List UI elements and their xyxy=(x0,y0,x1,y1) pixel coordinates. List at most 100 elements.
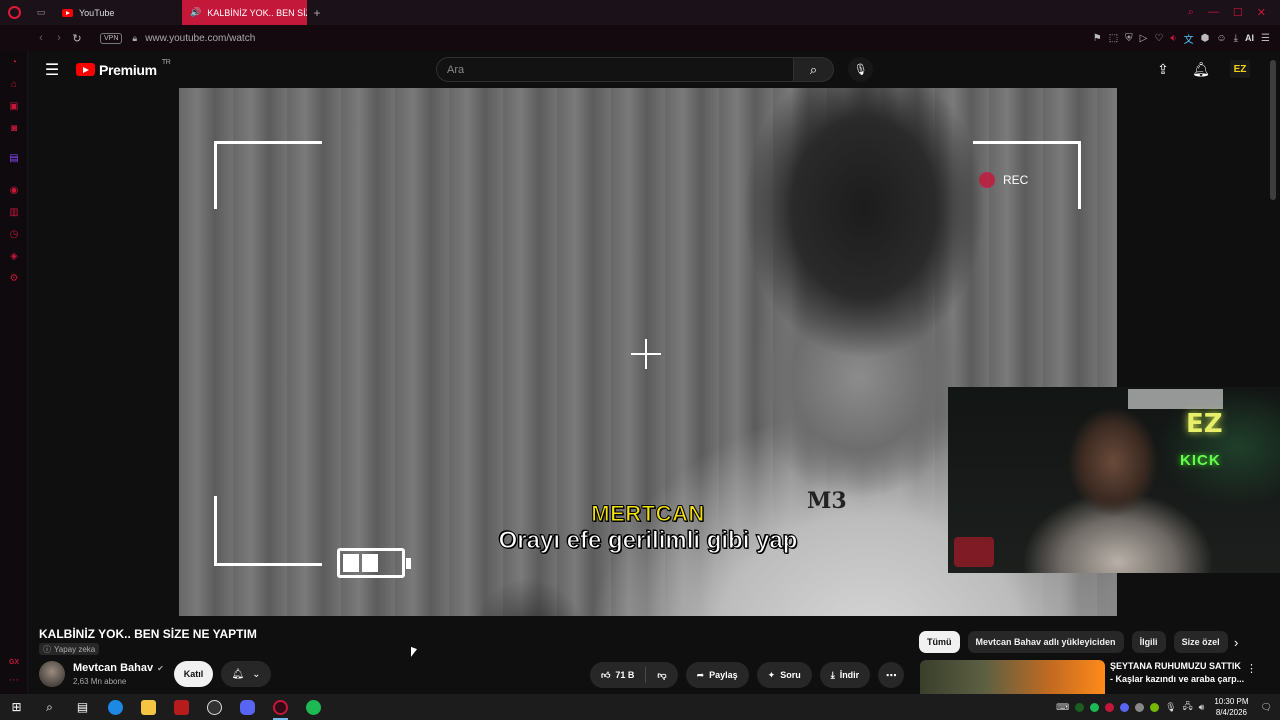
tab-switcher-icon[interactable]: ▭ xyxy=(28,0,54,25)
sidebar-player-icon[interactable]: ◉ xyxy=(0,179,28,201)
shield-icon[interactable]: ⛨ xyxy=(1125,33,1133,44)
bookmark-icon[interactable]: ⚑ xyxy=(1093,33,1102,44)
youtube-logo[interactable]: Premium TR xyxy=(76,59,171,78)
tray-spotify-icon[interactable] xyxy=(1090,702,1100,712)
recommendation-title-line2[interactable]: - Kaşlar kazındı ve araba çarp... xyxy=(1110,674,1244,684)
volume-icon[interactable]: 🔊︎ xyxy=(1199,702,1205,713)
heart-icon[interactable]: ♡ xyxy=(1154,33,1163,44)
recommendation-thumbnail[interactable] xyxy=(920,660,1105,694)
close-window-button[interactable]: ✕ xyxy=(1257,6,1266,19)
url-field[interactable]: www.youtube.com/watch xyxy=(145,33,255,44)
ai-button[interactable]: AI xyxy=(1245,33,1254,43)
channel-name[interactable]: Mevtcan Bahav xyxy=(73,662,153,674)
snapshot-icon[interactable]: ⬚ xyxy=(1109,33,1118,44)
sidebar-wallet-icon[interactable]: ▥ xyxy=(0,201,28,223)
opera-menu-icon[interactable] xyxy=(0,0,28,25)
clock-date: 8/4/2026 xyxy=(1215,708,1247,717)
forward-button[interactable]: › xyxy=(50,32,68,44)
new-tab-button[interactable]: + xyxy=(307,6,327,20)
edge-icon[interactable] xyxy=(99,694,132,720)
microphone-tray-icon[interactable]: 🎙︎ xyxy=(1165,702,1176,713)
subscription-bell-button[interactable]: 🔔︎ ⌄ xyxy=(221,661,271,687)
obs-icon[interactable] xyxy=(198,694,231,720)
tab-label: YouTube xyxy=(79,7,115,18)
account-avatar[interactable]: EZ xyxy=(1230,60,1250,78)
tray-app-icon[interactable] xyxy=(1075,702,1085,712)
sidebar-more-icon[interactable]: ⋯ xyxy=(0,669,28,691)
tab-active-video[interactable]: 🔊 KALBİNİZ YOK.. BEN SİZ xyxy=(182,0,307,25)
sidebar-extensions-icon[interactable]: ◈ xyxy=(0,245,28,267)
video-actions: 👍︎ 71 B 👎︎ ➦ Paylaş ✦ Soru ⤓ İndir ⋯ xyxy=(590,662,905,688)
sidebar-settings-icon[interactable]: ⚙ xyxy=(0,267,28,289)
sidebar-history-icon[interactable]: ◷ xyxy=(0,223,28,245)
dislike-button[interactable]: 👎︎ xyxy=(646,662,677,688)
player-icon[interactable]: ▷ xyxy=(1140,33,1148,44)
chip-for-you[interactable]: Size özel xyxy=(1173,631,1228,653)
tray-discord-icon[interactable] xyxy=(1120,702,1130,712)
crosshair-icon xyxy=(631,339,661,369)
recommendation-title[interactable]: ŞEYTANA RUHUMUZU SATTIK xyxy=(1110,661,1241,671)
upload-icon[interactable]: ⇪ xyxy=(1154,61,1172,78)
chevron-down-icon: ⌄ xyxy=(252,668,261,680)
tray-nvidia-icon[interactable] xyxy=(1150,702,1160,712)
discord-icon[interactable] xyxy=(231,694,264,720)
system-clock[interactable]: 10:30 PM 8/4/2026 xyxy=(1214,696,1248,718)
back-button[interactable]: ‹ xyxy=(32,32,50,44)
spotify-icon[interactable] xyxy=(297,694,330,720)
ask-button[interactable]: ✦ Soru xyxy=(756,662,812,688)
chip-all[interactable]: Tümü xyxy=(919,631,960,653)
neon-sign-kick: KICK xyxy=(1180,452,1221,469)
channel-name-row[interactable]: Mevtcan Bahav ✔ xyxy=(73,662,164,674)
mouse-cursor-icon xyxy=(411,646,417,660)
sidebar-instagram-icon[interactable]: ◙ xyxy=(0,117,28,139)
sidebar-bag-icon[interactable]: ⌂ xyxy=(0,73,28,95)
channel-avatar[interactable] xyxy=(39,661,65,687)
maximize-button[interactable]: ☐ xyxy=(1233,6,1243,19)
tray-steam-icon[interactable] xyxy=(1135,702,1145,712)
file-explorer-icon[interactable] xyxy=(132,694,165,720)
search-input[interactable] xyxy=(436,57,794,82)
menu-icon[interactable]: ☰ xyxy=(1261,33,1270,44)
extension-icon[interactable]: ⬢ xyxy=(1201,33,1210,44)
chip-from-uploader[interactable]: Mevtcan Bahav adlı yükleyiciden xyxy=(967,631,1124,653)
chevron-right-icon[interactable]: › xyxy=(1234,635,1238,650)
join-button[interactable]: Katıl xyxy=(174,661,213,687)
notifications-bell-icon[interactable]: 🔔︎ xyxy=(1192,61,1210,78)
network-icon[interactable]: 🖧︎ xyxy=(1183,699,1193,715)
minimize-button[interactable]: — xyxy=(1208,6,1219,19)
ceiling-lamp xyxy=(1128,389,1223,409)
sidebar-twitch-app-icon[interactable]: ▤ xyxy=(0,147,28,169)
sound-icon[interactable]: 🔉︎ xyxy=(1170,33,1176,44)
more-actions-button[interactable]: ⋯ xyxy=(878,662,905,688)
windows-start-icon[interactable]: ⊞ xyxy=(0,694,33,720)
tab-youtube[interactable]: YouTube xyxy=(54,0,182,25)
sidebar-ai-icon[interactable]: ◔ xyxy=(0,51,28,73)
system-tray: ⌨ 🎙︎ 🖧︎ 🔊︎ 10:30 PM 8/4/2026 🗨︎ xyxy=(1056,696,1280,718)
tray-opera-icon[interactable] xyxy=(1105,702,1115,712)
download-icon[interactable]: ⤓ xyxy=(1234,33,1238,44)
like-button[interactable]: 👍︎ 71 B xyxy=(590,662,645,688)
voice-search-button[interactable]: 🎙︎ xyxy=(848,57,873,82)
sidebar-twitch-icon[interactable]: ▣ xyxy=(0,95,28,117)
taskbar-search-icon[interactable]: ⌕ xyxy=(33,694,66,720)
download-button[interactable]: ⤓ İndir xyxy=(819,662,871,688)
notification-center-icon[interactable]: 🗨︎ xyxy=(1261,702,1272,713)
opera-gx-icon[interactable] xyxy=(264,694,297,720)
task-view-icon[interactable]: ▤ xyxy=(66,694,99,720)
search-button[interactable]: ⌕ xyxy=(794,57,834,82)
lock-icon[interactable]: 🔒︎ xyxy=(132,33,137,44)
reload-button[interactable]: ↻ xyxy=(68,32,86,45)
download-label: İndir xyxy=(839,670,860,680)
search-tabs-icon[interactable]: ⌕ xyxy=(1188,6,1194,19)
more-vertical-icon[interactable]: ⋮ xyxy=(1246,662,1257,675)
keyboard-icon[interactable]: ⌨ xyxy=(1056,702,1069,713)
guide-menu-icon[interactable]: ☰ xyxy=(28,60,76,80)
share-button[interactable]: ➦ Paylaş xyxy=(685,662,749,688)
translate-icon[interactable]: 文 xyxy=(1184,31,1194,46)
page-scrollbar[interactable] xyxy=(1270,60,1276,200)
app-icon[interactable] xyxy=(165,694,198,720)
chip-related[interactable]: İlgili xyxy=(1131,631,1166,653)
vpn-badge[interactable]: VPN xyxy=(100,32,123,44)
profile-icon[interactable]: ☺ xyxy=(1216,33,1226,44)
ai-generated-badge[interactable]: ⓘ Yapay zeka xyxy=(39,643,100,655)
